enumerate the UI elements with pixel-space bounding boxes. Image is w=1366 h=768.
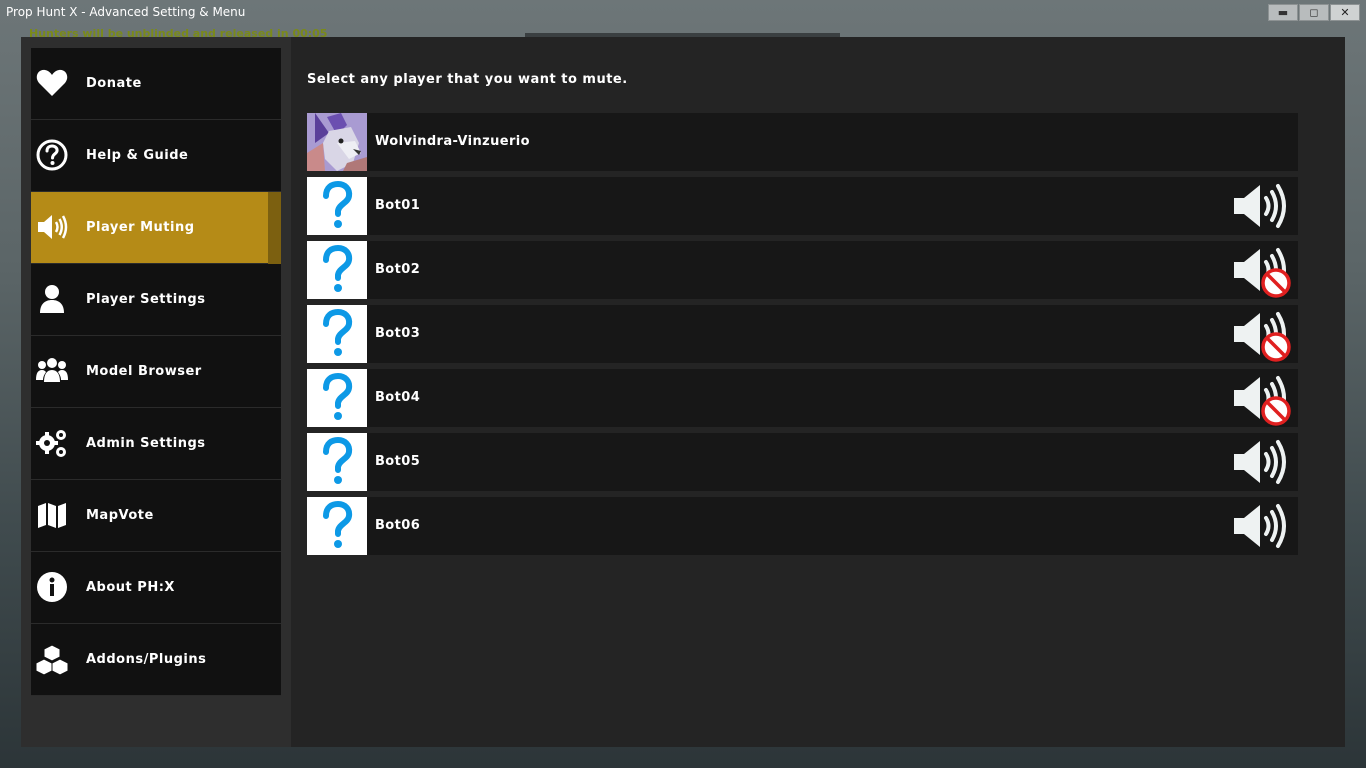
user-icon (35, 282, 69, 316)
wolf-avatar (307, 113, 367, 171)
sidebar-menu: Donate Help & Guide Player Muting Player… (31, 48, 281, 696)
sidebar-item-help[interactable]: Help & Guide (31, 120, 281, 192)
speaker-muted-icon[interactable] (1232, 245, 1296, 298)
gears-icon (35, 426, 69, 460)
speaker-muted-icon[interactable] (1232, 309, 1296, 362)
window-title: Prop Hunt X - Advanced Setting & Menu (6, 5, 246, 19)
sidebar-item-about[interactable]: About PH:X (31, 552, 281, 624)
player-name: Bot05 (375, 454, 421, 469)
player-name: Bot03 (375, 326, 421, 341)
question-avatar-icon (307, 305, 367, 363)
sidebar-item-player-muting[interactable]: Player Muting (31, 192, 281, 264)
player-row-bot04[interactable]: Bot04 (307, 369, 1298, 427)
player-row-bot06[interactable]: Bot06 (307, 497, 1298, 555)
maximize-button[interactable]: ◻ (1299, 4, 1329, 21)
sidebar-item-label: About PH:X (86, 580, 175, 595)
cubes-icon (35, 642, 69, 676)
sidebar-item-admin-settings[interactable]: Admin Settings (31, 408, 281, 480)
sidebar-item-donate[interactable]: Donate (31, 48, 281, 120)
sidebar-item-addons[interactable]: Addons/Plugins (31, 624, 281, 696)
speaker-unmuted-icon[interactable] (1232, 437, 1296, 489)
sidebar-item-label: Donate (86, 76, 142, 91)
map-icon (35, 498, 69, 532)
question-avatar-icon (307, 497, 367, 555)
speaker-unmuted-icon[interactable] (1232, 181, 1296, 233)
player-list: Wolvindra-Vinzuerio Bot01 Bot02 Bot03 Bo… (307, 113, 1298, 561)
player-row-bot03[interactable]: Bot03 (307, 305, 1298, 363)
sidebar-item-label: Player Settings (86, 292, 206, 307)
sidebar-item-label: Addons/Plugins (86, 652, 207, 667)
minimize-button[interactable]: ▬ (1268, 4, 1298, 21)
player-row-wolvindra-vinzuerio[interactable]: Wolvindra-Vinzuerio (307, 113, 1298, 171)
player-row-bot02[interactable]: Bot02 (307, 241, 1298, 299)
player-name: Bot01 (375, 198, 421, 213)
question-avatar-icon (307, 369, 367, 427)
sidebar-item-label: Help & Guide (86, 148, 189, 163)
heart-icon (35, 66, 69, 100)
sidebar-item-label: Admin Settings (86, 436, 206, 451)
sidebar-item-player-settings[interactable]: Player Settings (31, 264, 281, 336)
sidebar-item-label: MapVote (86, 508, 154, 523)
sidebar-item-mapvote[interactable]: MapVote (31, 480, 281, 552)
sidebar-item-model-browser[interactable]: Model Browser (31, 336, 281, 408)
title-bar: Prop Hunt X - Advanced Setting & Menu ▬ … (0, 0, 1366, 24)
users-group-icon (35, 354, 69, 388)
player-name: Bot04 (375, 390, 421, 405)
question-avatar-icon (307, 241, 367, 299)
speaker-unmuted-icon[interactable] (1232, 501, 1296, 553)
player-row-bot01[interactable]: Bot01 (307, 177, 1298, 235)
speaker-muted-icon[interactable] (1232, 373, 1296, 426)
sidebar-item-label: Model Browser (86, 364, 202, 379)
round-notice: Hunters will be unblinded and released i… (29, 27, 328, 40)
player-name: Bot02 (375, 262, 421, 277)
sidebar-item-label: Player Muting (86, 220, 195, 235)
page-instruction: Select any player that you want to mute. (307, 72, 628, 87)
question-circle-icon (35, 138, 69, 172)
player-name: Bot06 (375, 518, 421, 533)
question-avatar-icon (307, 433, 367, 491)
window-controls: ▬ ◻ ✕ (1268, 4, 1360, 21)
close-button[interactable]: ✕ (1330, 4, 1360, 21)
info-icon (35, 570, 69, 604)
player-name: Wolvindra-Vinzuerio (375, 134, 530, 149)
speaker-icon (35, 210, 69, 244)
question-avatar-icon (307, 177, 367, 235)
player-row-bot05[interactable]: Bot05 (307, 433, 1298, 491)
